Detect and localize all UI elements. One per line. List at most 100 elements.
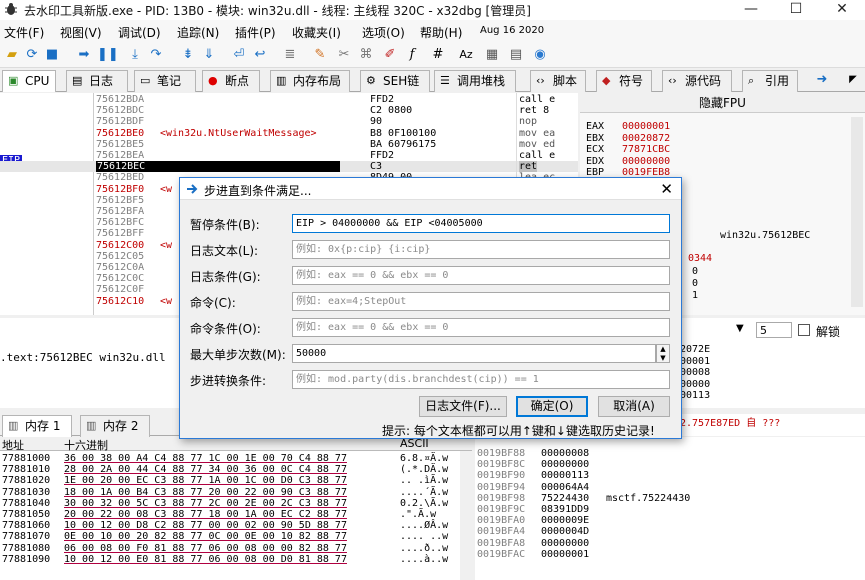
dump-row[interactable]: 77881010 28 00 2A 00 44 C4 88 77 34 00 36…: [0, 464, 472, 475]
disasm-row[interactable]: 75612BDC C2 0800 ret 8: [0, 105, 578, 116]
calculator-icon[interactable]: ▦: [484, 47, 500, 63]
trace-over-icon[interactable]: ⇓: [201, 47, 217, 63]
register-value[interactable]: 00000001: [622, 121, 670, 132]
step-over-icon[interactable]: ↷: [148, 47, 164, 63]
globe-icon[interactable]: ◉: [532, 47, 548, 63]
disasm-row[interactable]: 75612BE5 BA 60796175 mov ed: [0, 139, 578, 150]
dump-row[interactable]: 77881040 30 00 32 00 5C C3 88 77 2C 00 2E…: [0, 498, 472, 509]
settings-icon[interactable]: ▤: [508, 47, 524, 63]
stack-row[interactable]: 0019BFA8 00000000: [475, 538, 865, 549]
disasm-row[interactable]: 75612BDF 90 nop: [0, 116, 578, 127]
stack-row[interactable]: 0019BF90 00000113: [475, 470, 865, 481]
close-debug-icon[interactable]: ■: [44, 47, 60, 63]
register-value[interactable]: 00020872: [622, 133, 670, 144]
disasm-row[interactable]: 75612BEA FFD2 call e: [0, 150, 578, 161]
run-to-return-icon[interactable]: ↩: [252, 47, 268, 63]
command-input[interactable]: [292, 292, 670, 311]
tab-memory-map[interactable]: ▥ 内存布局: [270, 70, 350, 92]
stack-row[interactable]: 0019BF98 75224430 msctf.75224430: [475, 493, 865, 504]
disasm-row[interactable]: 75612BE0 <win32u.NtUserWaitMessage> B8 0F1…: [0, 128, 578, 139]
register-value[interactable]: 77871CBC: [622, 144, 670, 155]
tab-source[interactable]: ‹› 源代码: [662, 70, 732, 92]
menu-help[interactable]: 帮助(H): [420, 24, 462, 41]
unlock-checkbox[interactable]: [798, 324, 810, 336]
command-condition-input[interactable]: [292, 318, 670, 337]
stack-row[interactable]: 0019BFA0 0000009E: [475, 515, 865, 526]
menu-trace[interactable]: 追踪(N): [177, 24, 219, 41]
menu-debug[interactable]: 调试(D): [118, 24, 161, 41]
tab-dump-1[interactable]: ▥ 内存 1: [2, 415, 72, 437]
label-icon[interactable]: ⌘: [358, 47, 374, 63]
max-steps-input[interactable]: [292, 344, 656, 363]
tab-script[interactable]: ‹› 脚本: [530, 70, 586, 92]
hide-fpu-button[interactable]: 隐藏FPU: [580, 93, 865, 113]
tab-seh[interactable]: ⚙ SEH链: [360, 70, 430, 92]
font-icon[interactable]: Az: [458, 47, 474, 63]
tab-call-stack[interactable]: ☰ 调用堆栈: [434, 70, 516, 92]
bookmark-icon[interactable]: ✐: [382, 47, 398, 63]
stack-row[interactable]: 0019BFA4 0000004D: [475, 526, 865, 537]
tab-log[interactable]: ▤ 日志: [66, 70, 128, 92]
maximize-button[interactable]: ☐: [773, 0, 819, 20]
dump-row[interactable]: 77881020 1E 00 20 00 EC C3 88 77 1A 00 1C…: [0, 475, 472, 486]
ok-button[interactable]: 确定(O): [516, 396, 588, 417]
disasm-row[interactable]: 75612BEC C3 ret: [0, 161, 578, 173]
stack-row[interactable]: 0019BF94 000064A4: [475, 482, 865, 493]
tab-dump-2[interactable]: ▥ 内存 2: [80, 415, 150, 437]
log-text-input[interactable]: [292, 240, 670, 259]
stack-row[interactable]: 0019BFAC 00000001: [475, 549, 865, 560]
comment-icon[interactable]: ✂: [336, 47, 352, 63]
menu-plugins[interactable]: 插件(P): [235, 24, 276, 41]
hash-icon[interactable]: #: [430, 47, 446, 63]
stack-row[interactable]: 0019BF9C 08391DD9: [475, 504, 865, 515]
tab-list-icon[interactable]: ◤: [845, 72, 861, 88]
close-button[interactable]: ✕: [819, 0, 865, 20]
tab-references[interactable]: ⌕ 引用: [742, 70, 798, 92]
break-condition-input[interactable]: [292, 214, 670, 233]
dialog-close-icon[interactable]: ✕: [660, 180, 673, 198]
log-file-button[interactable]: 日志文件(F)...: [419, 396, 507, 417]
step-switch-condition-input[interactable]: [292, 370, 670, 389]
stack-row[interactable]: 0019BF88 00000008: [475, 448, 865, 459]
dump-scrollbar[interactable]: [460, 451, 472, 580]
step-into-icon[interactable]: ⤓: [127, 47, 143, 63]
function-icon[interactable]: f: [404, 47, 420, 63]
dump-row[interactable]: 77881000 36 00 38 00 A4 C4 88 77 1C 00 1E…: [0, 453, 472, 464]
dump-row[interactable]: 77881070 0E 00 10 00 20 82 88 77 0C 00 0E…: [0, 531, 472, 542]
menu-favourites[interactable]: 收藏夹(I): [292, 24, 341, 41]
register-scrollbar[interactable]: [851, 117, 863, 307]
dump-pane[interactable]: 地址 十六进制 ASCII 77881000 36 00 38 00 A4 C4 …: [0, 437, 472, 580]
run-to-user-icon[interactable]: ⏎: [231, 47, 247, 63]
tab-cpu[interactable]: ▣ CPU: [2, 70, 56, 92]
dump-row[interactable]: 77881030 18 00 1A 00 B4 C3 88 77 20 00 22…: [0, 487, 472, 498]
run-icon[interactable]: ➡: [76, 47, 92, 63]
tab-breakpoints[interactable]: ● 断点: [202, 70, 260, 92]
trace-into-icon[interactable]: ⇟: [180, 47, 196, 63]
restart-icon[interactable]: ⟳: [24, 47, 40, 63]
register-value[interactable]: 00000000: [622, 156, 670, 167]
tab-symbols[interactable]: ◆ 符号: [596, 70, 652, 92]
max-steps-spinner[interactable]: ▲ ▼: [656, 344, 670, 363]
dump-row[interactable]: 77881060 10 00 12 00 D8 C2 88 77 00 00 02…: [0, 520, 472, 531]
menu-options[interactable]: 选项(O): [362, 24, 405, 41]
dump-row[interactable]: 77881090 10 00 12 00 E0 81 88 77 06 00 08…: [0, 554, 472, 565]
open-icon[interactable]: ▰: [4, 47, 20, 63]
tab-notes[interactable]: ▭ 笔记: [134, 70, 196, 92]
patch-icon[interactable]: ✎: [312, 47, 328, 63]
chevron-down-icon[interactable]: ▼: [736, 322, 748, 336]
register-name: EAX: [586, 121, 605, 132]
pause-icon[interactable]: ❚❚: [97, 47, 119, 63]
stack-row[interactable]: 0019BF8C 00000000: [475, 459, 865, 470]
menu-view[interactable]: 视图(V): [60, 24, 102, 41]
minimize-button[interactable]: —: [728, 0, 774, 20]
cancel-button[interactable]: 取消(A): [598, 396, 670, 417]
dump-row[interactable]: 77881080 06 00 08 00 F0 81 88 77 06 00 08…: [0, 543, 472, 554]
stack-pane[interactable]: 0019BF88 00000008 0019BF8C 00000000 0019BF90…: [475, 437, 865, 580]
menu-file[interactable]: 文件(F): [4, 24, 44, 41]
dump-row[interactable]: 77881050 20 00 22 00 08 C3 88 77 18 00 1A…: [0, 509, 472, 520]
tab-scroll-right-icon[interactable]: ➜: [814, 72, 830, 88]
disasm-row[interactable]: 75612BDA FFD2 call e: [0, 94, 578, 105]
log-condition-input[interactable]: [292, 266, 670, 285]
script-icon[interactable]: ≣: [282, 47, 298, 63]
args-count-input[interactable]: [756, 322, 792, 338]
